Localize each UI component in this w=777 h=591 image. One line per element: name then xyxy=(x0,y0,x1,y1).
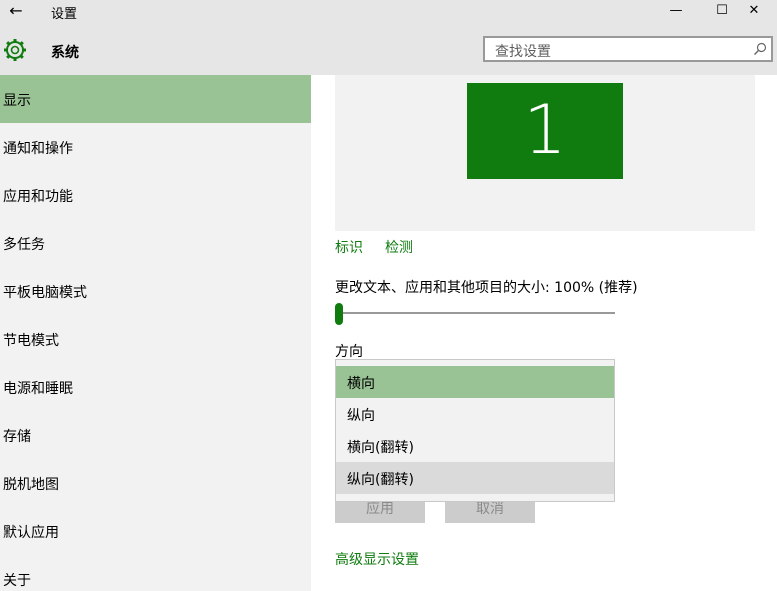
sidebar-item-offline-maps[interactable]: 脱机地图 xyxy=(0,459,311,507)
header: 系统 查找设置 xyxy=(0,24,777,75)
sidebar-item-label: 脱机地图 xyxy=(3,477,59,493)
orientation-option-landscape[interactable]: 横向 xyxy=(336,366,614,398)
sidebar-item-label: 默认应用 xyxy=(3,525,59,541)
sidebar-item-label: 关于 xyxy=(3,573,31,589)
search-placeholder: 查找设置 xyxy=(495,44,551,60)
sidebar-item-label: 应用和功能 xyxy=(3,189,73,205)
sidebar-item-label: 通知和操作 xyxy=(3,141,73,157)
section-title: 系统 xyxy=(51,45,79,61)
scale-slider-thumb[interactable] xyxy=(335,303,343,325)
scale-label: 更改文本、应用和其他项目的大小: 100% (推荐) xyxy=(335,280,638,296)
orientation-dropdown[interactable]: 横向 纵向 横向(翻转) 纵向(翻转) xyxy=(335,359,615,502)
advanced-display-settings-link[interactable]: 高级显示设置 xyxy=(335,549,419,569)
orientation-option-landscape-flipped[interactable]: 横向(翻转) xyxy=(336,430,614,462)
apply-button[interactable]: 应用 xyxy=(335,501,425,523)
sidebar-item-label: 存储 xyxy=(3,429,31,445)
sidebar-item-label: 节电模式 xyxy=(3,333,59,349)
scale-slider-track[interactable] xyxy=(335,312,615,314)
orientation-option-label: 纵向(翻转) xyxy=(347,472,414,488)
orientation-option-label: 横向(翻转) xyxy=(347,440,414,456)
search-icon[interactable] xyxy=(753,42,767,56)
orientation-option-portrait[interactable]: 纵向 xyxy=(336,398,614,430)
detect-link[interactable]: 检测 xyxy=(385,237,413,257)
close-icon[interactable]: ✕ xyxy=(731,0,777,24)
cancel-button[interactable]: 取消 xyxy=(445,501,535,523)
sidebar-item-notifications[interactable]: 通知和操作 xyxy=(0,123,311,171)
sidebar-item-battery-saver[interactable]: 节电模式 xyxy=(0,315,311,363)
display-preview: 1 xyxy=(335,75,755,231)
monitor-number: 1 xyxy=(523,91,567,170)
sidebar-item-multitasking[interactable]: 多任务 xyxy=(0,219,311,267)
orientation-option-label: 纵向 xyxy=(347,408,375,424)
search-input[interactable]: 查找设置 xyxy=(483,36,773,62)
identify-link[interactable]: 标识 xyxy=(335,237,363,257)
orientation-option-label: 横向 xyxy=(347,376,375,392)
sidebar: 显示 通知和操作 应用和功能 多任务 平板电脑模式 节电模式 电源和睡眠 存储 … xyxy=(0,75,311,591)
monitor-tile[interactable]: 1 xyxy=(467,83,623,179)
sidebar-item-default-apps[interactable]: 默认应用 xyxy=(0,507,311,555)
sidebar-item-label: 电源和睡眠 xyxy=(3,381,73,397)
sidebar-item-power-sleep[interactable]: 电源和睡眠 xyxy=(0,363,311,411)
sidebar-item-apps-features[interactable]: 应用和功能 xyxy=(0,171,311,219)
sidebar-item-about[interactable]: 关于 xyxy=(0,555,311,591)
sidebar-item-display[interactable]: 显示 xyxy=(0,75,311,123)
back-arrow-icon[interactable]: ← xyxy=(6,1,26,21)
sidebar-item-label: 显示 xyxy=(3,93,31,109)
window-title: 设置 xyxy=(51,7,78,22)
minimize-icon[interactable]: — xyxy=(653,0,699,24)
sidebar-item-label: 平板电脑模式 xyxy=(3,285,87,301)
orientation-label: 方向 xyxy=(335,344,363,360)
gear-icon xyxy=(4,39,26,61)
title-bar: ← 设置 — ☐ ✕ xyxy=(0,0,777,24)
orientation-option-portrait-flipped[interactable]: 纵向(翻转) xyxy=(336,462,614,494)
main-content: 1 标识 检测 更改文本、应用和其他项目的大小: 100% (推荐) 方向 应用… xyxy=(311,75,777,591)
sidebar-item-label: 多任务 xyxy=(3,237,45,253)
sidebar-item-tablet-mode[interactable]: 平板电脑模式 xyxy=(0,267,311,315)
sidebar-item-storage[interactable]: 存储 xyxy=(0,411,311,459)
